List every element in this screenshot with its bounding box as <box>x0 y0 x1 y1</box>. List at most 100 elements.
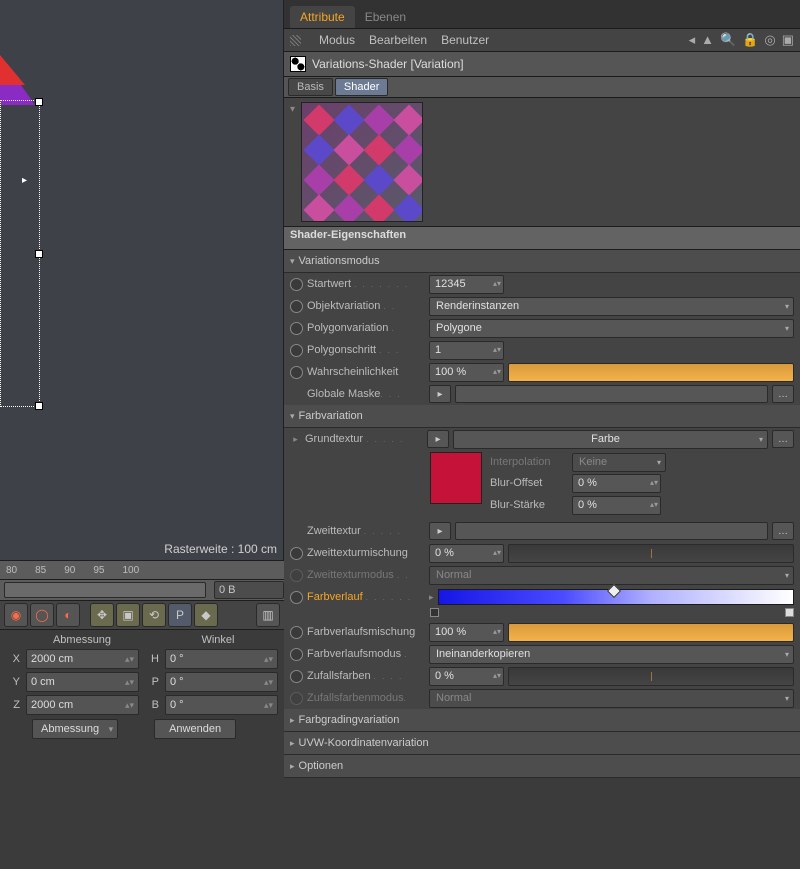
anim-dot[interactable] <box>290 278 303 291</box>
subtab-shader[interactable]: Shader <box>335 78 388 96</box>
expand-icon[interactable]: ▸ <box>290 434 301 445</box>
farbverlauf-label: Farbverlauf . . . . . . <box>307 591 425 603</box>
angle-header: Winkel <box>158 634 278 646</box>
zweittexturmischung-slider[interactable] <box>508 544 794 563</box>
shader-preview[interactable] <box>301 102 423 222</box>
color-swatch[interactable] <box>430 452 482 504</box>
collapse-icon[interactable]: ▾ <box>290 104 295 115</box>
anim-dot[interactable] <box>290 591 303 604</box>
group-uvw[interactable]: ▸UVW-Koordinatenvariation <box>284 732 800 755</box>
group-optionen[interactable]: ▸Optionen <box>284 755 800 778</box>
group-variationsmodus[interactable]: ▾Variationsmodus <box>284 250 800 273</box>
globale-maske-more-button[interactable]: … <box>772 385 794 403</box>
tick: 95 <box>93 565 104 576</box>
timeline-ruler[interactable]: 80 85 90 95 100 <box>0 560 284 580</box>
new-icon[interactable]: ▣ <box>782 32 794 48</box>
grip-icon[interactable] <box>290 35 301 46</box>
handle[interactable] <box>35 250 43 258</box>
anim-dot[interactable] <box>290 648 303 661</box>
anim-dot[interactable] <box>290 344 303 357</box>
zweittextur-field[interactable] <box>455 522 768 540</box>
group-farbvariation[interactable]: ▾Farbvariation <box>284 405 800 428</box>
toolbar: ◉ ◯ ◐ ✥ ▣ ⟲ P ◆ ▥ <box>0 601 284 630</box>
size-y-field[interactable]: 0 cm▴▾ <box>26 672 139 692</box>
startwert-field[interactable]: 12345▴▾ <box>429 275 504 294</box>
farbverlaufsmodus-label: Farbverlaufsmodus . <box>307 648 425 660</box>
up-icon[interactable]: ▲ <box>701 32 714 48</box>
apply-button[interactable]: Anwenden <box>154 719 236 739</box>
angle-p-field[interactable]: 0 °▴▾ <box>165 672 278 692</box>
menu-modus[interactable]: Modus <box>319 33 355 47</box>
scale-icon[interactable]: ▣ <box>116 603 140 627</box>
zweittextur-more-button[interactable]: … <box>772 522 794 540</box>
timeline-bar[interactable]: 0 B <box>0 580 284 601</box>
frame-field[interactable]: 0 B <box>214 581 284 599</box>
size-x-field[interactable]: 2000 cm▴▾ <box>26 649 139 669</box>
subtab-basis[interactable]: Basis <box>288 78 333 96</box>
tab-ebenen[interactable]: Ebenen <box>355 6 416 28</box>
size-mode-dropdown[interactable]: Abmessung <box>32 719 118 739</box>
search-icon[interactable]: 🔍 <box>720 32 736 48</box>
anim-dot[interactable] <box>290 626 303 639</box>
grundtextur-more-button[interactable]: … <box>772 430 794 448</box>
interpolation-dropdown[interactable]: Keine <box>572 453 666 472</box>
gradient-stop[interactable] <box>785 608 794 617</box>
grundtextur-arrow-button[interactable]: ▸ <box>427 430 449 448</box>
pla-icon[interactable]: ◆ <box>194 603 218 627</box>
group-farbgrading[interactable]: ▸Farbgradingvariation <box>284 709 800 732</box>
selection-box[interactable] <box>0 100 40 407</box>
size-z-field[interactable]: 2000 cm▴▾ <box>26 695 139 715</box>
anim-dot[interactable] <box>290 322 303 335</box>
farbverlaufsmischung-label: Farbverlaufsmischung <box>307 626 425 638</box>
menu-benutzer[interactable]: Benutzer <box>441 33 489 47</box>
farbverlaufsmischung-slider[interactable] <box>508 623 794 642</box>
zufallsfarbenmodus-label: Zufallsfarbenmodus. <box>307 692 425 704</box>
polygonvariation-label: Polygonvariation . <box>307 322 425 334</box>
param-icon[interactable]: P <box>168 603 192 627</box>
keyframe-icon[interactable]: ◯ <box>30 603 54 627</box>
wahrscheinlichkeit-slider[interactable] <box>508 363 794 382</box>
handle[interactable] <box>35 402 43 410</box>
zweittexturmischung-field[interactable]: 0 %▴▾ <box>429 544 504 563</box>
gradient-stop[interactable] <box>430 608 439 617</box>
move-icon[interactable]: ✥ <box>90 603 114 627</box>
mesh-object <box>0 55 35 105</box>
farbverlaufsmischung-field[interactable]: 100 %▴▾ <box>429 623 504 642</box>
autokey-icon[interactable]: ◐ <box>56 603 80 627</box>
globale-maske-field[interactable] <box>455 385 768 403</box>
zweittextur-arrow-button[interactable]: ▸ <box>429 522 451 540</box>
anim-dot[interactable] <box>290 670 303 683</box>
zweittexturmodus-dropdown[interactable]: Normal <box>429 566 794 585</box>
back-icon[interactable]: ◂ <box>689 32 696 48</box>
zufallsfarbenmodus-dropdown[interactable]: Normal <box>429 689 794 708</box>
polygonvariation-dropdown[interactable]: Polygone <box>429 319 794 338</box>
anim-dot[interactable] <box>290 300 303 313</box>
anim-dot[interactable] <box>290 366 303 379</box>
blur-staerke-field[interactable]: 0 %▴▾ <box>572 496 661 515</box>
polygonschritt-field[interactable]: 1▴▾ <box>429 341 504 360</box>
wahrscheinlichkeit-field[interactable]: 100 %▴▾ <box>429 363 504 382</box>
viewport[interactable]: ▸ Rasterweite : 100 cm <box>0 0 284 560</box>
p-label: P <box>145 676 159 688</box>
record-icon[interactable]: ◉ <box>4 603 28 627</box>
handle[interactable] <box>35 98 43 106</box>
rotate-icon[interactable]: ⟲ <box>142 603 166 627</box>
tab-attribute[interactable]: Attribute <box>290 6 355 28</box>
farbe-button[interactable]: Farbe <box>453 430 768 449</box>
globale-maske-arrow-button[interactable]: ▸ <box>429 385 451 403</box>
b-label: B <box>145 699 159 711</box>
film-icon[interactable]: ▥ <box>256 603 280 627</box>
anim-dot[interactable] <box>290 547 303 560</box>
zufallsfarben-slider[interactable] <box>508 667 794 686</box>
blur-offset-field[interactable]: 0 %▴▾ <box>572 474 661 493</box>
farbverlaufsmodus-dropdown[interactable]: Ineinanderkopieren <box>429 645 794 664</box>
blur-staerke-label: Blur-Stärke <box>490 499 568 511</box>
lock-icon[interactable]: 🔒 <box>742 32 758 48</box>
angle-h-field[interactable]: 0 °▴▾ <box>165 649 278 669</box>
zufallsfarben-field[interactable]: 0 %▴▾ <box>429 667 504 686</box>
objektvariation-dropdown[interactable]: Renderinstanzen <box>429 297 794 316</box>
angle-b-field[interactable]: 0 °▴▾ <box>165 695 278 715</box>
target-icon[interactable]: ◎ <box>764 32 775 48</box>
gradient-editor[interactable] <box>438 589 794 605</box>
menu-bearbeiten[interactable]: Bearbeiten <box>369 33 427 47</box>
